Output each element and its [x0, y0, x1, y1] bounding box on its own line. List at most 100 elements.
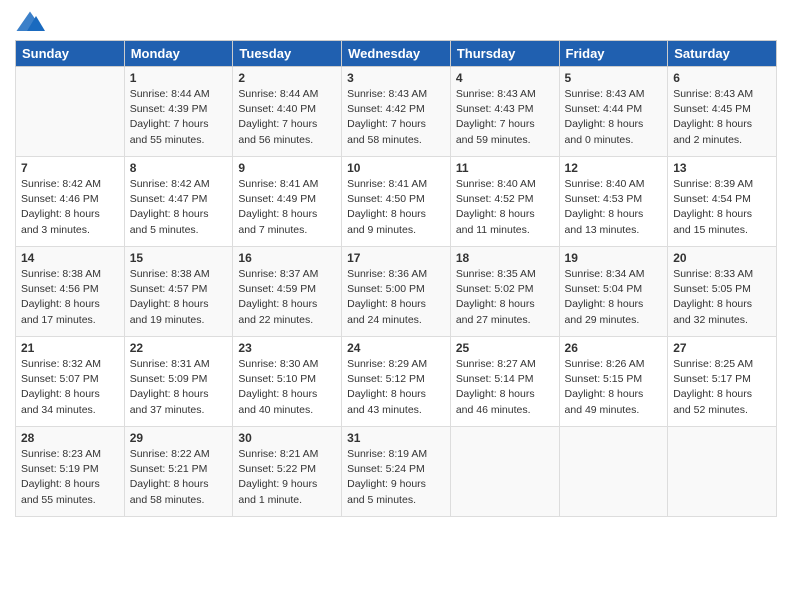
day-info: Sunrise: 8:29 AMSunset: 5:12 PMDaylight:… — [347, 357, 445, 418]
logo — [15, 10, 49, 34]
calendar-cell: 10 Sunrise: 8:41 AMSunset: 4:50 PMDayligh… — [342, 157, 451, 247]
weekday-header-tuesday: Tuesday — [233, 41, 342, 67]
calendar-cell — [559, 427, 668, 517]
day-number: 19 — [565, 251, 663, 265]
day-number: 24 — [347, 341, 445, 355]
calendar-cell: 28 Sunrise: 8:23 AMSunset: 5:19 PMDayligh… — [16, 427, 125, 517]
day-info: Sunrise: 8:23 AMSunset: 5:19 PMDaylight:… — [21, 447, 119, 508]
day-number: 23 — [238, 341, 336, 355]
calendar-cell: 19 Sunrise: 8:34 AMSunset: 5:04 PMDayligh… — [559, 247, 668, 337]
page-header — [15, 10, 777, 34]
day-number: 8 — [130, 161, 228, 175]
day-number: 16 — [238, 251, 336, 265]
day-number: 15 — [130, 251, 228, 265]
day-info: Sunrise: 8:19 AMSunset: 5:24 PMDaylight:… — [347, 447, 445, 508]
calendar-cell: 24 Sunrise: 8:29 AMSunset: 5:12 PMDayligh… — [342, 337, 451, 427]
calendar-cell: 4Sunrise: 8:43 AMSunset: 4:43 PMDaylight… — [450, 67, 559, 157]
day-info: Sunrise: 8:43 AMSunset: 4:45 PMDaylight:… — [673, 87, 771, 148]
day-info: Sunrise: 8:42 AMSunset: 4:46 PMDaylight:… — [21, 177, 119, 238]
day-info: Sunrise: 8:43 AMSunset: 4:42 PMDaylight:… — [347, 87, 445, 148]
calendar-cell: 26Sunrise: 8:26 AMSunset: 5:15 PMDayligh… — [559, 337, 668, 427]
calendar-header: SundayMondayTuesdayWednesdayThursdayFrid… — [16, 41, 777, 67]
day-info: Sunrise: 8:31 AMSunset: 5:09 PMDaylight:… — [130, 357, 228, 418]
day-number: 28 — [21, 431, 119, 445]
calendar-cell: 31Sunrise: 8:19 AMSunset: 5:24 PMDayligh… — [342, 427, 451, 517]
calendar-body: 1 Sunrise: 8:44 AMSunset: 4:39 PMDaylight… — [16, 67, 777, 517]
day-info: Sunrise: 8:36 AMSunset: 5:00 PMDaylight:… — [347, 267, 445, 328]
day-number: 10 — [347, 161, 445, 175]
calendar-cell: 30 Sunrise: 8:21 AMSunset: 5:22 PMDayligh… — [233, 427, 342, 517]
day-number: 5 — [565, 71, 663, 85]
day-info: Sunrise: 8:32 AMSunset: 5:07 PMDaylight:… — [21, 357, 119, 418]
day-number: 1 — [130, 71, 228, 85]
calendar-cell: 15 Sunrise: 8:38 AMSunset: 4:57 PMDayligh… — [124, 247, 233, 337]
day-info: Sunrise: 8:22 AMSunset: 5:21 PMDaylight:… — [130, 447, 228, 508]
calendar-cell: 16Sunrise: 8:37 AMSunset: 4:59 PMDayligh… — [233, 247, 342, 337]
day-info: Sunrise: 8:38 AMSunset: 4:57 PMDaylight:… — [130, 267, 228, 328]
week-row-5: 28 Sunrise: 8:23 AMSunset: 5:19 PMDayligh… — [16, 427, 777, 517]
day-number: 13 — [673, 161, 771, 175]
day-number: 27 — [673, 341, 771, 355]
calendar-cell: 18 Sunrise: 8:35 AMSunset: 5:02 PMDayligh… — [450, 247, 559, 337]
calendar-cell: 1 Sunrise: 8:44 AMSunset: 4:39 PMDaylight… — [124, 67, 233, 157]
calendar-cell: 2 Sunrise: 8:44 AMSunset: 4:40 PMDaylight… — [233, 67, 342, 157]
day-info: Sunrise: 8:42 AMSunset: 4:47 PMDaylight:… — [130, 177, 228, 238]
week-row-3: 14 Sunrise: 8:38 AMSunset: 4:56 PMDayligh… — [16, 247, 777, 337]
calendar-cell: 22 Sunrise: 8:31 AMSunset: 5:09 PMDayligh… — [124, 337, 233, 427]
day-number: 29 — [130, 431, 228, 445]
week-row-2: 7Sunrise: 8:42 AMSunset: 4:46 PMDaylight… — [16, 157, 777, 247]
week-row-1: 1 Sunrise: 8:44 AMSunset: 4:39 PMDaylight… — [16, 67, 777, 157]
day-number: 30 — [238, 431, 336, 445]
day-number: 18 — [456, 251, 554, 265]
day-info: Sunrise: 8:44 AMSunset: 4:39 PMDaylight:… — [130, 87, 228, 148]
day-info: Sunrise: 8:25 AMSunset: 5:17 PMDaylight:… — [673, 357, 771, 418]
calendar-cell: 6Sunrise: 8:43 AMSunset: 4:45 PMDaylight… — [668, 67, 777, 157]
calendar-cell — [668, 427, 777, 517]
calendar-table: SundayMondayTuesdayWednesdayThursdayFrid… — [15, 40, 777, 517]
weekday-header-wednesday: Wednesday — [342, 41, 451, 67]
weekday-header-saturday: Saturday — [668, 41, 777, 67]
day-info: Sunrise: 8:27 AMSunset: 5:14 PMDaylight:… — [456, 357, 554, 418]
calendar-cell: 25Sunrise: 8:27 AMSunset: 5:14 PMDayligh… — [450, 337, 559, 427]
day-number: 4 — [456, 71, 554, 85]
day-number: 20 — [673, 251, 771, 265]
day-info: Sunrise: 8:40 AMSunset: 4:53 PMDaylight:… — [565, 177, 663, 238]
weekday-header-thursday: Thursday — [450, 41, 559, 67]
weekday-header-monday: Monday — [124, 41, 233, 67]
day-info: Sunrise: 8:39 AMSunset: 4:54 PMDaylight:… — [673, 177, 771, 238]
calendar-cell: 21 Sunrise: 8:32 AMSunset: 5:07 PMDayligh… — [16, 337, 125, 427]
day-info: Sunrise: 8:35 AMSunset: 5:02 PMDaylight:… — [456, 267, 554, 328]
day-number: 11 — [456, 161, 554, 175]
calendar-cell: 9 Sunrise: 8:41 AMSunset: 4:49 PMDaylight… — [233, 157, 342, 247]
day-number: 14 — [21, 251, 119, 265]
day-number: 3 — [347, 71, 445, 85]
calendar-cell — [450, 427, 559, 517]
day-info: Sunrise: 8:44 AMSunset: 4:40 PMDaylight:… — [238, 87, 336, 148]
day-number: 2 — [238, 71, 336, 85]
calendar-cell: 5 Sunrise: 8:43 AMSunset: 4:44 PMDaylight… — [559, 67, 668, 157]
weekday-header-friday: Friday — [559, 41, 668, 67]
weekday-row: SundayMondayTuesdayWednesdayThursdayFrid… — [16, 41, 777, 67]
calendar-cell — [16, 67, 125, 157]
calendar-cell: 20Sunrise: 8:33 AMSunset: 5:05 PMDayligh… — [668, 247, 777, 337]
calendar-cell: 23Sunrise: 8:30 AMSunset: 5:10 PMDayligh… — [233, 337, 342, 427]
week-row-4: 21 Sunrise: 8:32 AMSunset: 5:07 PMDayligh… — [16, 337, 777, 427]
day-info: Sunrise: 8:40 AMSunset: 4:52 PMDaylight:… — [456, 177, 554, 238]
day-info: Sunrise: 8:41 AMSunset: 4:50 PMDaylight:… — [347, 177, 445, 238]
calendar-cell: 12Sunrise: 8:40 AMSunset: 4:53 PMDayligh… — [559, 157, 668, 247]
calendar-cell: 13 Sunrise: 8:39 AMSunset: 4:54 PMDayligh… — [668, 157, 777, 247]
day-info: Sunrise: 8:41 AMSunset: 4:49 PMDaylight:… — [238, 177, 336, 238]
day-number: 26 — [565, 341, 663, 355]
calendar-cell: 3 Sunrise: 8:43 AMSunset: 4:42 PMDaylight… — [342, 67, 451, 157]
calendar-cell: 7Sunrise: 8:42 AMSunset: 4:46 PMDaylight… — [16, 157, 125, 247]
day-info: Sunrise: 8:43 AMSunset: 4:44 PMDaylight:… — [565, 87, 663, 148]
calendar-cell: 27 Sunrise: 8:25 AMSunset: 5:17 PMDayligh… — [668, 337, 777, 427]
day-info: Sunrise: 8:38 AMSunset: 4:56 PMDaylight:… — [21, 267, 119, 328]
calendar-cell: 14 Sunrise: 8:38 AMSunset: 4:56 PMDayligh… — [16, 247, 125, 337]
day-info: Sunrise: 8:21 AMSunset: 5:22 PMDaylight:… — [238, 447, 336, 508]
calendar-cell: 8 Sunrise: 8:42 AMSunset: 4:47 PMDaylight… — [124, 157, 233, 247]
day-info: Sunrise: 8:34 AMSunset: 5:04 PMDaylight:… — [565, 267, 663, 328]
day-number: 22 — [130, 341, 228, 355]
day-number: 9 — [238, 161, 336, 175]
day-number: 21 — [21, 341, 119, 355]
